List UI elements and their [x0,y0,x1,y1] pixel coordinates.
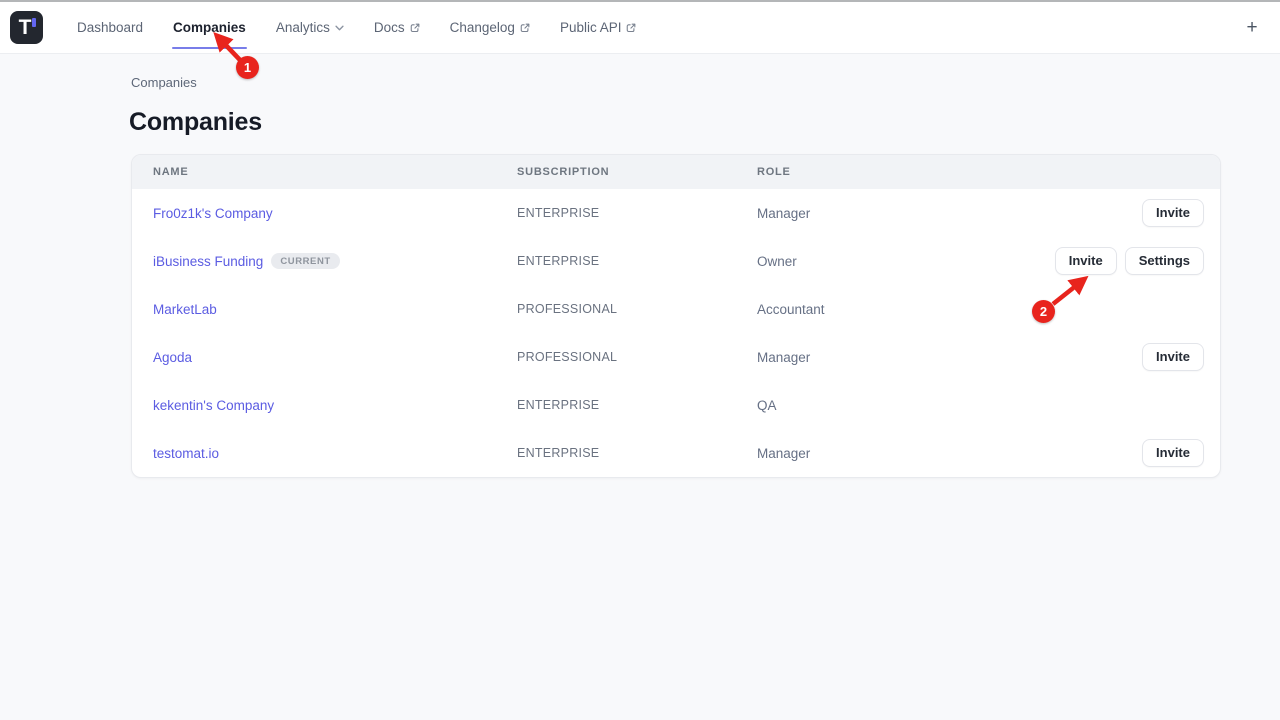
nav-item-label: Dashboard [77,20,143,35]
column-header-name: NAME [153,166,517,178]
page-content: Companies Companies [0,54,1280,137]
annotation-marker-1: 1 [236,56,259,79]
external-link-icon [626,23,636,33]
nav-item-dashboard[interactable]: Dashboard [62,2,158,53]
nav-item-public-api[interactable]: Public API [545,2,652,53]
nav-item-changelog[interactable]: Changelog [435,2,545,53]
table-row: iBusiness Funding CURRENT ENTERPRISE Own… [132,237,1220,285]
role-value: QA [757,398,1204,413]
invite-button[interactable]: Invite [1142,199,1204,228]
page-title: Companies [129,108,1280,137]
nav-item-label: Companies [173,20,246,35]
company-link[interactable]: testomat.io [153,446,219,461]
role-value: Manager [757,206,1142,221]
table-row: MarketLab PROFESSIONAL Accountant [132,285,1220,333]
table-row: Agoda PROFESSIONAL Manager Invite [132,333,1220,381]
table-row: kekentin's Company ENTERPRISE QA [132,381,1220,429]
nav-item-analytics[interactable]: Analytics [261,2,359,53]
nav-item-label: Changelog [450,20,515,35]
role-value: Manager [757,350,1142,365]
subscription-value: ENTERPRISE [517,206,757,220]
external-link-icon [520,23,530,33]
subscription-value: PROFESSIONAL [517,302,757,316]
table-header-row: NAME SUBSCRIPTION ROLE [132,155,1220,189]
nav-item-label: Docs [374,20,405,35]
role-value: Accountant [757,302,1204,317]
subscription-value: ENTERPRISE [517,446,757,460]
app-logo[interactable]: T [10,11,43,44]
active-tab-underline [172,47,247,50]
nav-item-label: Analytics [276,20,330,35]
role-value: Owner [757,254,1055,269]
logo-tick-icon [32,18,36,27]
company-link[interactable]: kekentin's Company [153,398,274,413]
column-header-subscription: SUBSCRIPTION [517,166,757,178]
subscription-value: PROFESSIONAL [517,350,757,364]
nav-item-label: Public API [560,20,622,35]
role-value: Manager [757,446,1142,461]
company-link[interactable]: Fro0z1k's Company [153,206,273,221]
settings-button[interactable]: Settings [1125,247,1204,276]
add-icon[interactable]: + [1238,14,1266,42]
company-link[interactable]: Agoda [153,350,192,365]
external-link-icon [410,23,420,33]
invite-button[interactable]: Invite [1142,439,1204,468]
column-header-role: ROLE [757,166,1204,178]
breadcrumb[interactable]: Companies [131,74,1280,90]
nav-items: Dashboard Companies Analytics Docs Chang… [62,2,651,53]
annotation-marker-2: 2 [1032,300,1055,323]
nav-item-docs[interactable]: Docs [359,2,435,53]
current-badge: CURRENT [271,253,339,270]
company-link[interactable]: MarketLab [153,302,217,317]
chevron-down-icon [335,25,344,31]
table-row: Fro0z1k's Company ENTERPRISE Manager Inv… [132,189,1220,237]
company-link[interactable]: iBusiness Funding [153,254,263,269]
table-row: testomat.io ENTERPRISE Manager Invite [132,429,1220,477]
subscription-value: ENTERPRISE [517,254,757,268]
invite-button[interactable]: Invite [1055,247,1117,276]
top-navbar: T Dashboard Companies Analytics Docs Cha… [0,2,1280,54]
subscription-value: ENTERPRISE [517,398,757,412]
nav-item-companies[interactable]: Companies [158,2,261,53]
invite-button[interactable]: Invite [1142,343,1204,372]
companies-table: NAME SUBSCRIPTION ROLE Fro0z1k's Company… [131,154,1221,478]
logo-t-letter: T [10,11,43,44]
